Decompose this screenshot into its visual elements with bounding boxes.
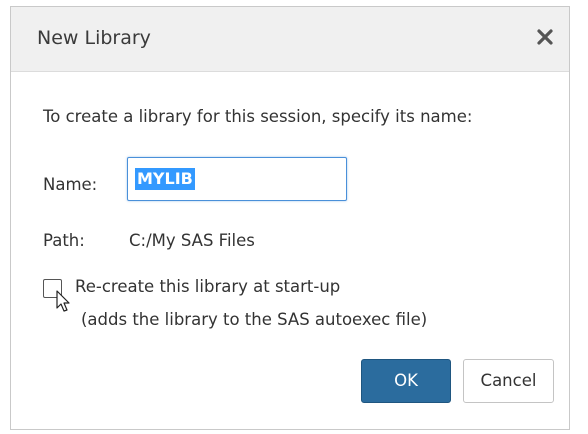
ok-button[interactable]: OK: [361, 359, 451, 403]
path-value: C:/My SAS Files: [129, 231, 255, 250]
dialog-prompt: To create a library for this session, sp…: [43, 107, 473, 126]
recreate-label[interactable]: Re-create this library at start-up: [75, 277, 340, 296]
recreate-note: (adds the library to the SAS autoexec fi…: [81, 310, 428, 329]
library-name-value: MYLIB: [135, 168, 195, 190]
new-library-dialog: New Library To create a library for this…: [10, 6, 570, 430]
close-icon-glyph: [537, 29, 553, 45]
name-label: Name:: [43, 175, 98, 194]
dialog-titlebar: New Library: [11, 7, 569, 72]
cancel-button[interactable]: Cancel: [463, 359, 554, 403]
library-name-input[interactable]: MYLIB: [127, 157, 347, 201]
recreate-checkbox[interactable]: [43, 279, 62, 298]
path-label: Path:: [43, 231, 85, 250]
close-icon[interactable]: [531, 23, 559, 51]
dialog-title: New Library: [37, 27, 151, 49]
